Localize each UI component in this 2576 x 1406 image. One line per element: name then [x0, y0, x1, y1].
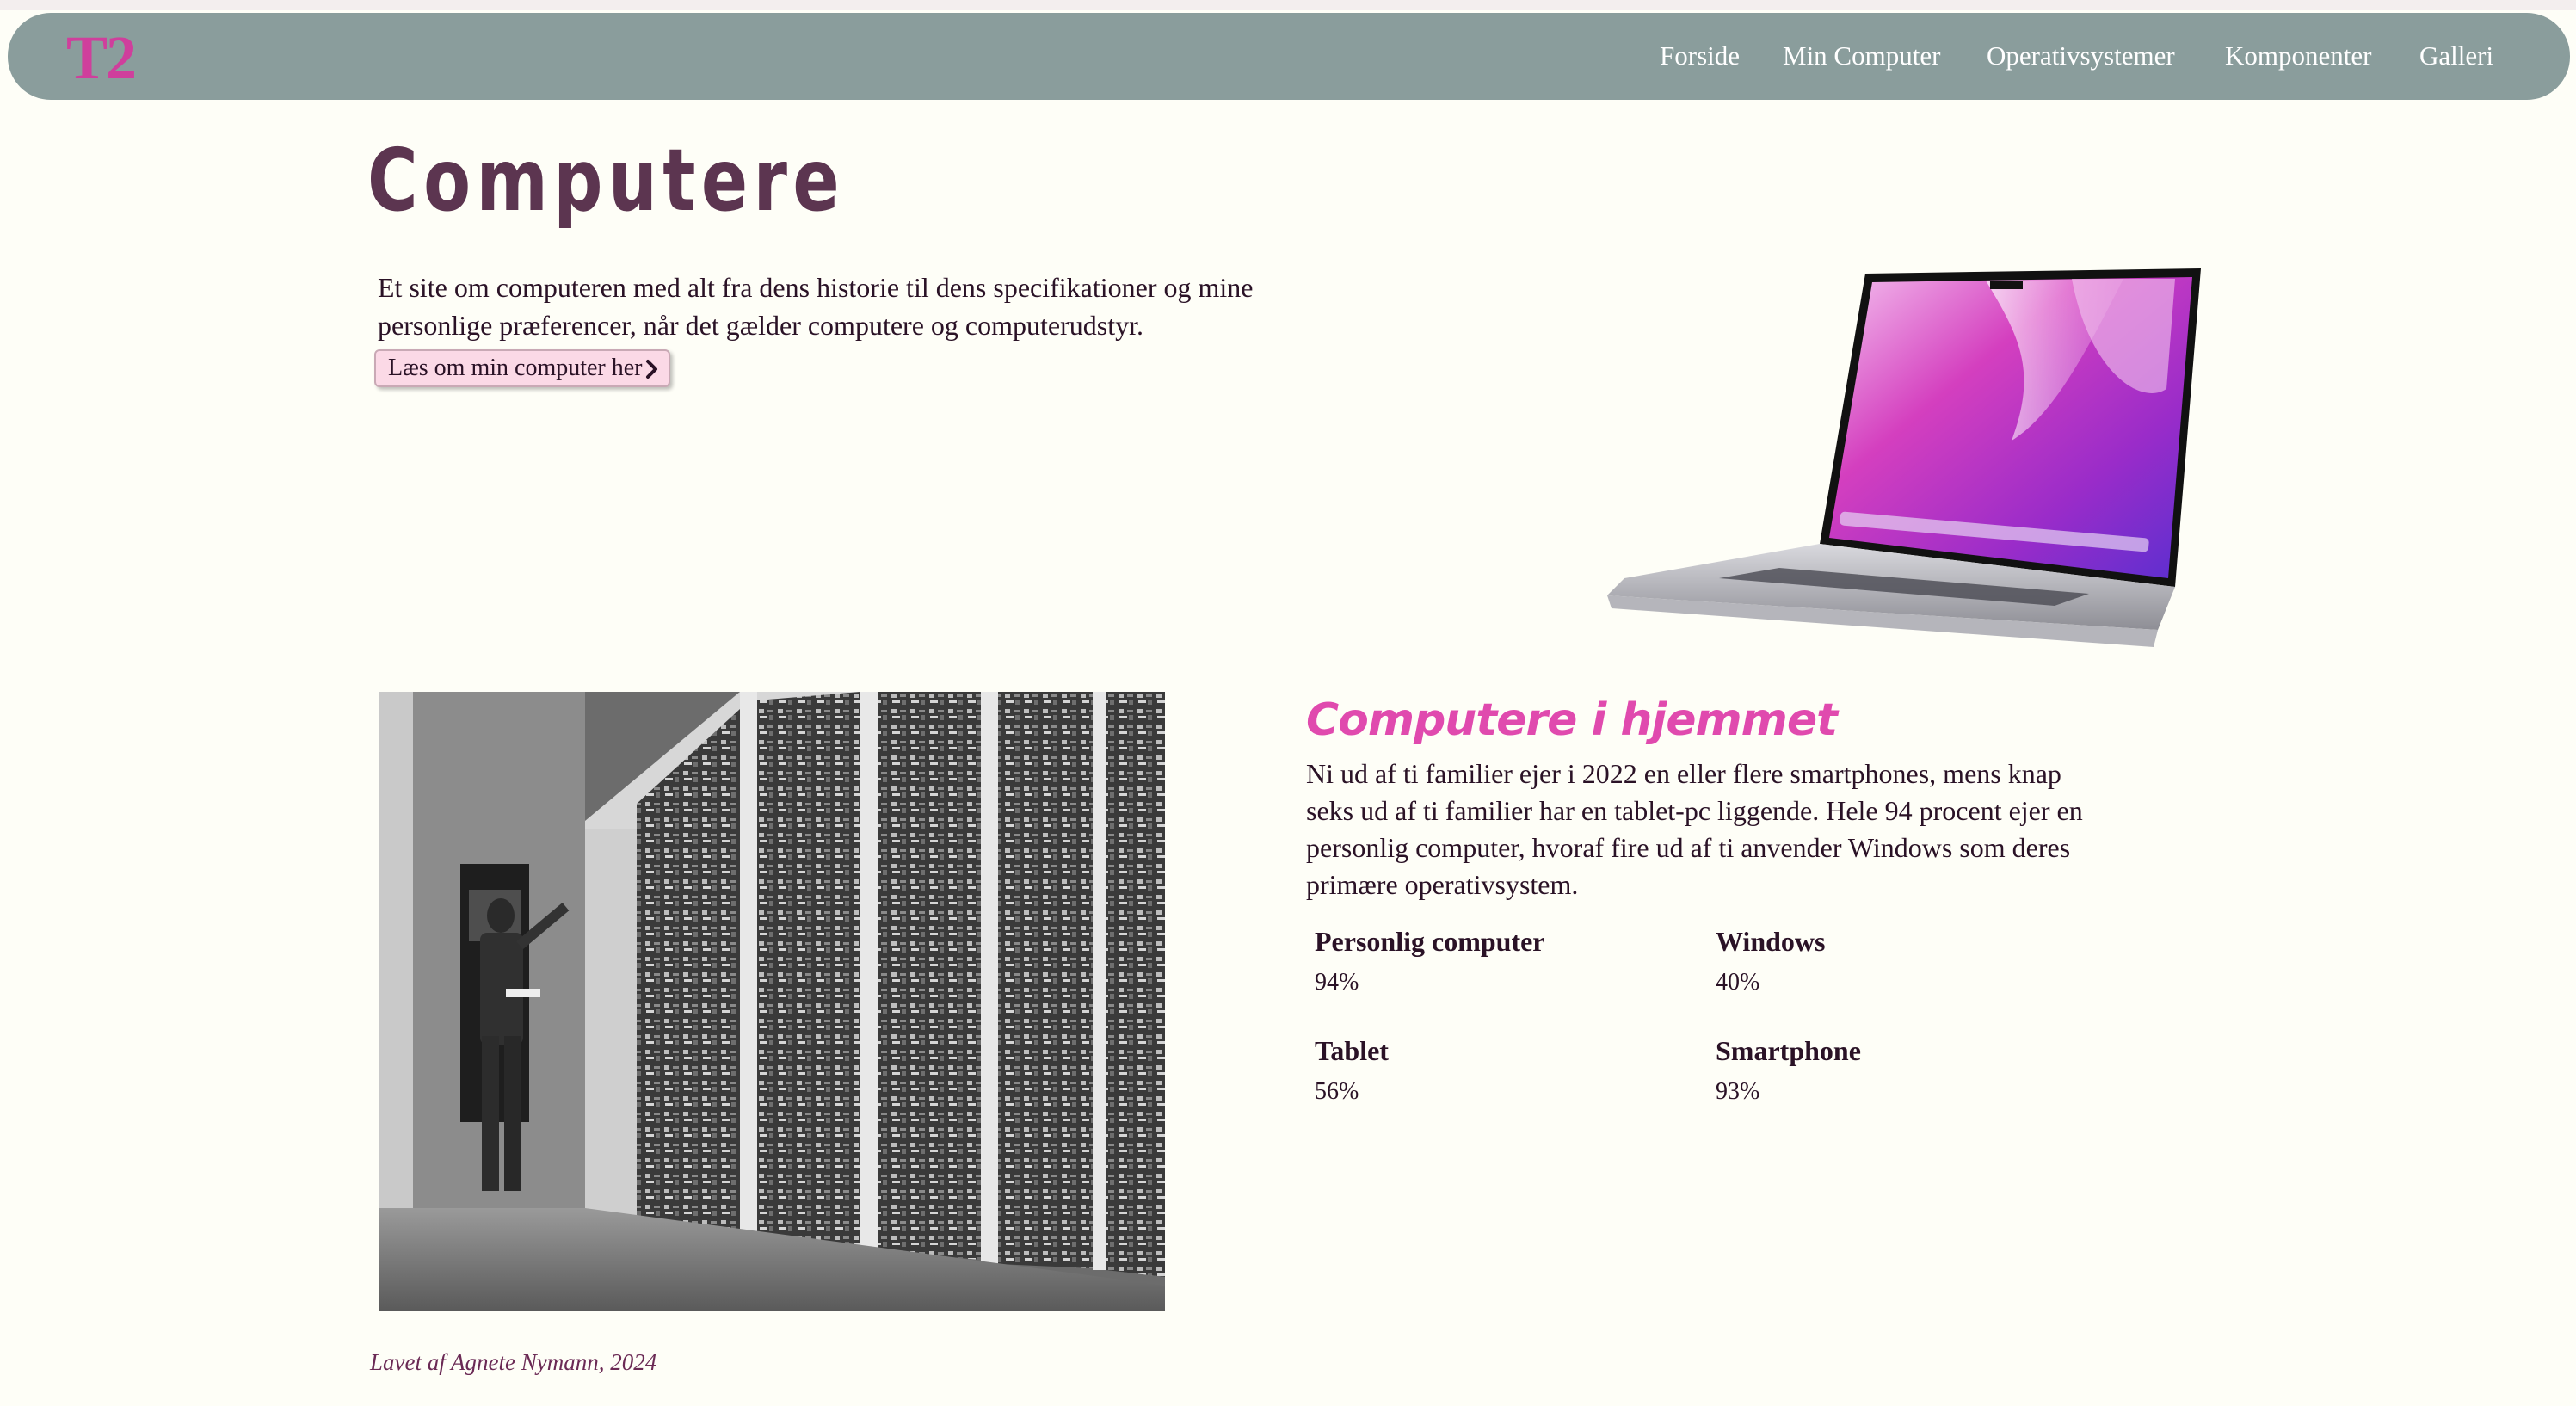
intro-text: Et site om computeren med alt fra dens h… — [378, 272, 1254, 341]
stat-label-tablet: Tablet — [1315, 1035, 1389, 1066]
stat-label-windows: Windows — [1716, 926, 1826, 957]
nav-link-operativsystemer[interactable]: Operativsystemer — [1987, 39, 2175, 73]
site-logo[interactable]: T2 — [66, 23, 137, 92]
stat-label-personal-computer: Personlig computer — [1315, 926, 1545, 957]
stat-value-personal-computer: 94% — [1315, 969, 1359, 996]
mainframe-photo — [379, 692, 1165, 1311]
nav-link-min-computer[interactable]: Min Computer — [1783, 39, 1940, 73]
read-about-my-computer-button[interactable]: Læs om min computer her — [374, 349, 670, 387]
chevron-right-icon — [645, 360, 657, 379]
laptop-image — [1607, 268, 2201, 647]
section-heading: Computere i hjemmet — [1306, 694, 1838, 746]
stat-label-smartphone: Smartphone — [1716, 1035, 1861, 1066]
page-title: Computere — [367, 130, 846, 231]
stat-value-windows: 40% — [1716, 969, 1760, 996]
footer-credit: Lavet af Agnete Nymann, 2024 — [370, 1349, 657, 1375]
read-button-label: Læs om min computer her — [388, 355, 643, 381]
navbar: T2 Forside Min Computer Operativsystemer… — [8, 13, 2570, 100]
stat-value-tablet: 56% — [1315, 1078, 1359, 1105]
nav-link-galleri[interactable]: Galleri — [2419, 39, 2493, 73]
nav-link-forside[interactable]: Forside — [1660, 39, 1740, 73]
page: T2 Forside Min Computer Operativsystemer… — [0, 0, 2576, 1406]
nav-link-komponenter[interactable]: Komponenter — [2225, 39, 2371, 73]
section-text: Ni ud af ti familier ejer i 2022 en elle… — [1306, 758, 2083, 900]
top-strip — [0, 0, 2576, 10]
stat-value-smartphone: 93% — [1716, 1078, 1760, 1105]
